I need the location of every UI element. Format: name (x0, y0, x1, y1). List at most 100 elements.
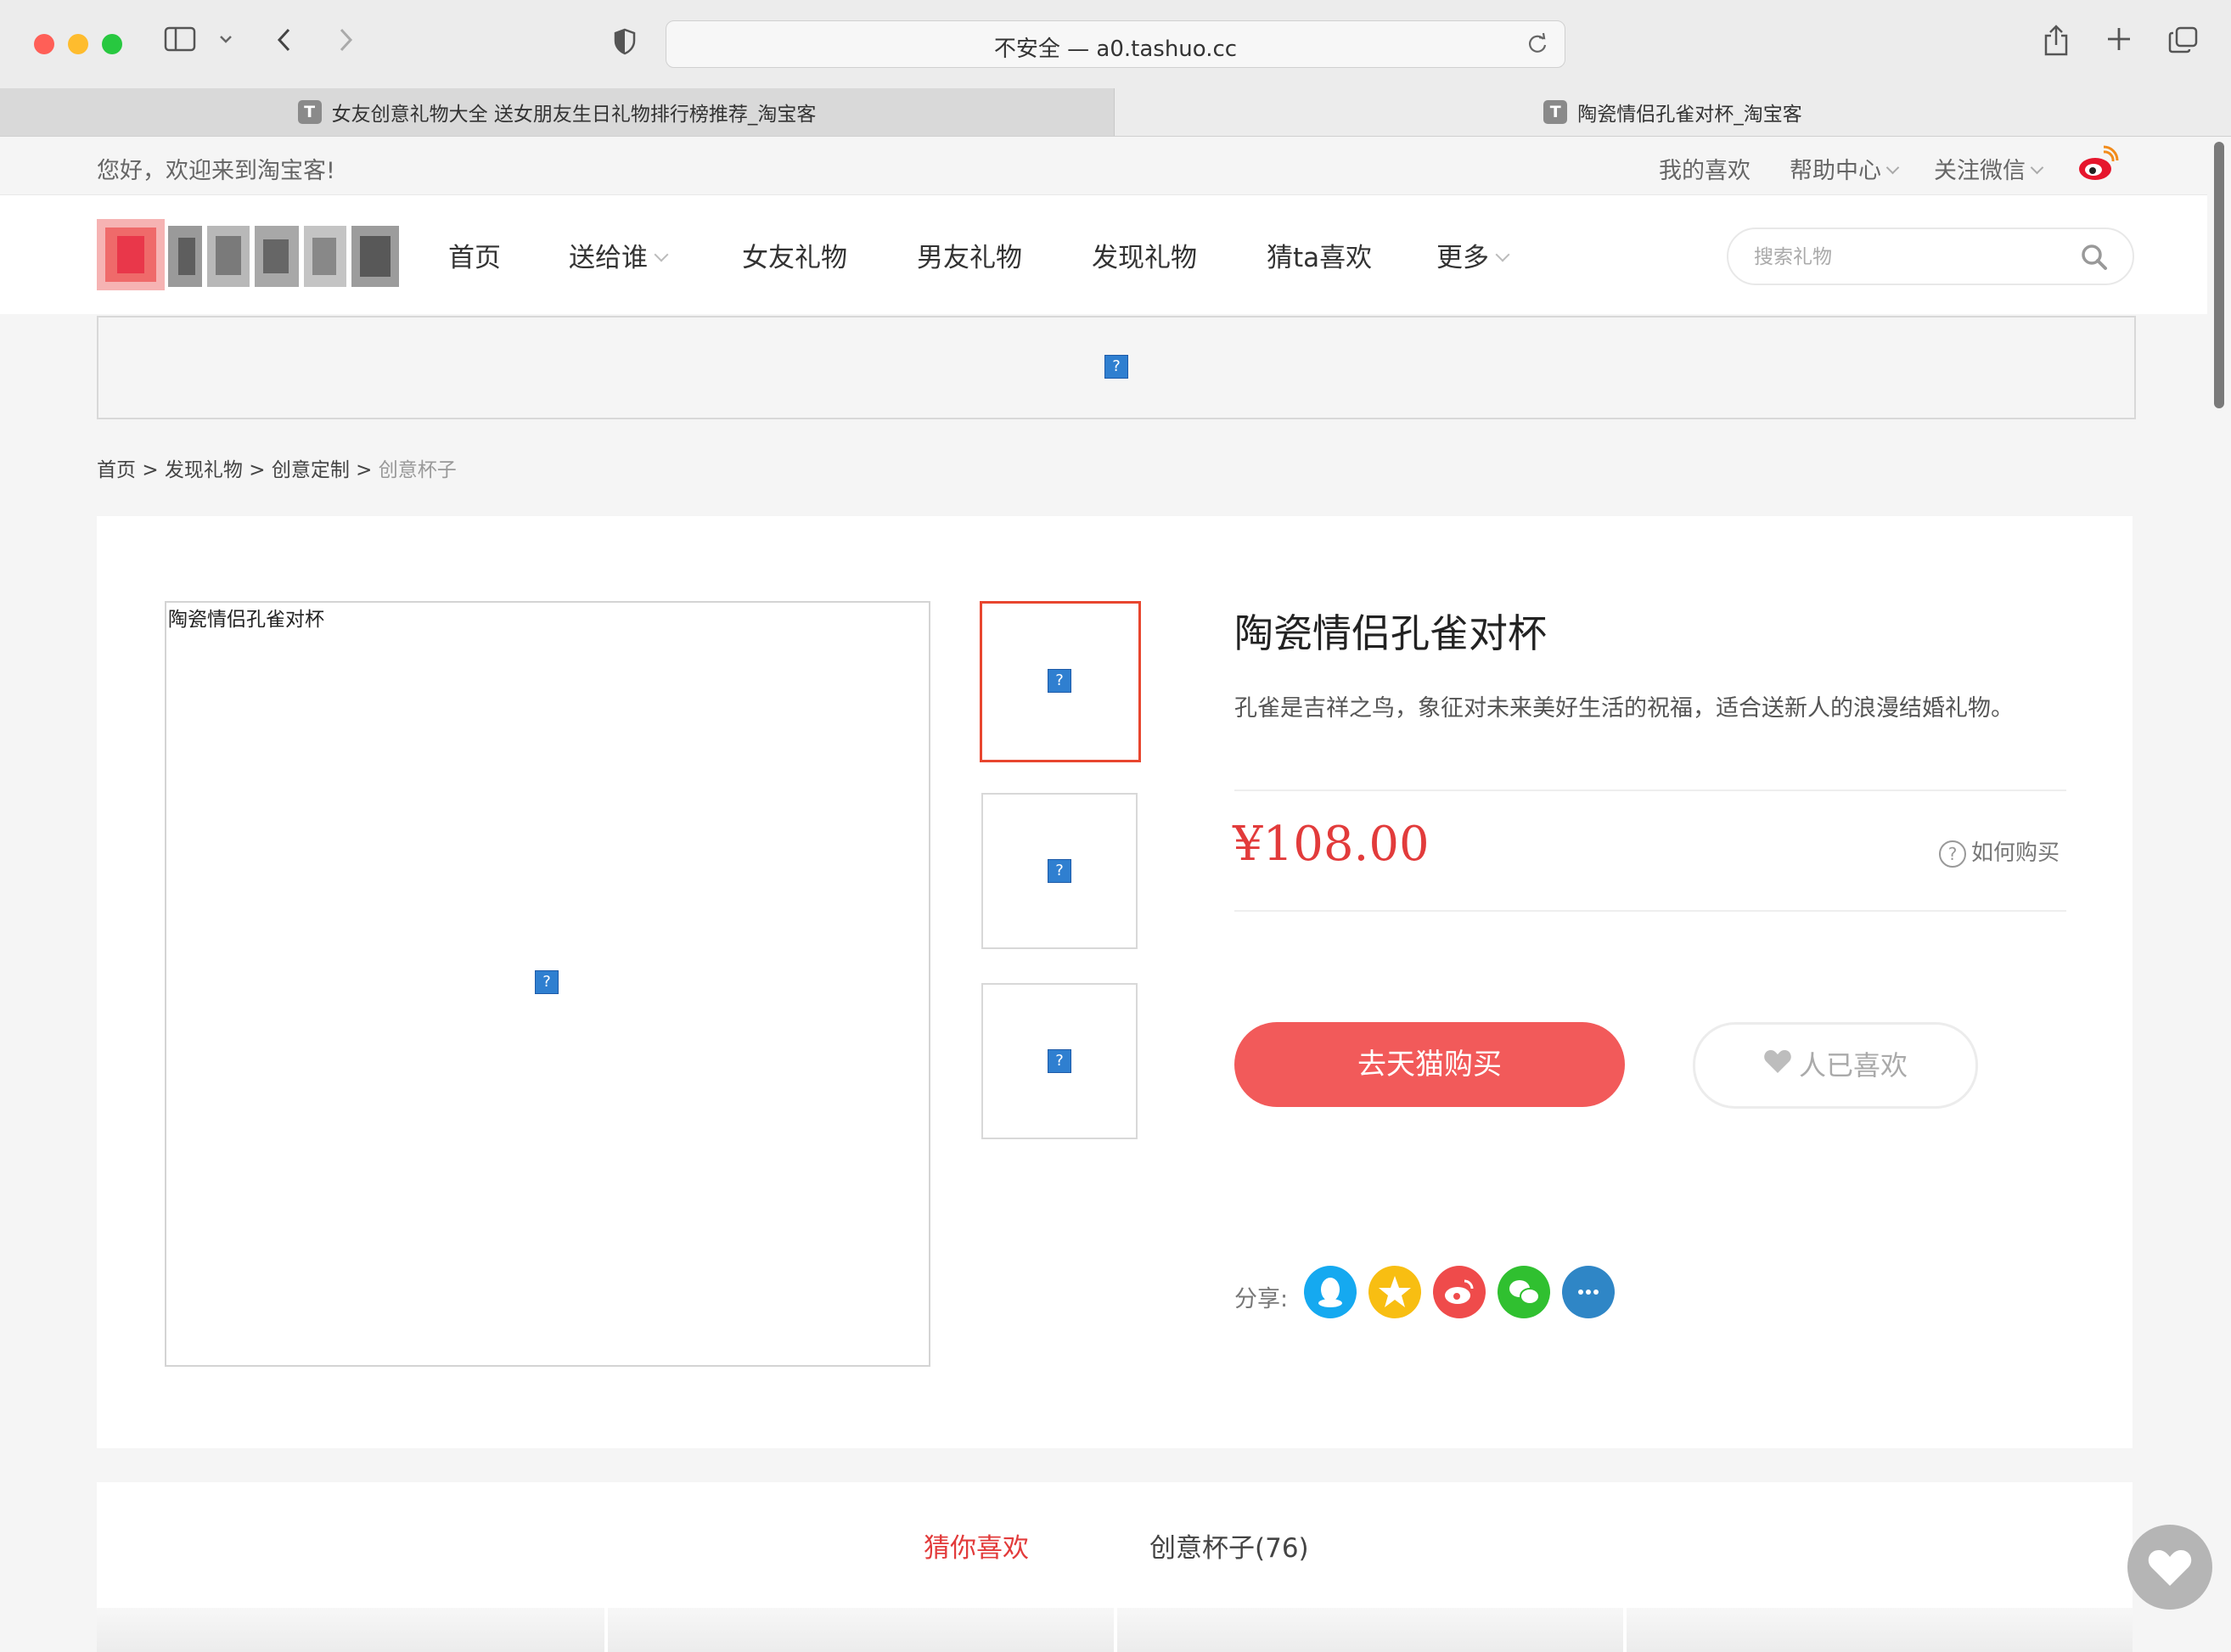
like-count-label: 人已喜欢 (1798, 1049, 1908, 1082)
weibo-icon (1445, 1279, 1474, 1304)
breadcrumb-discover[interactable]: 发现礼物 (165, 459, 243, 481)
nav-more-label: 更多 (1436, 243, 1489, 273)
like-button[interactable]: 人已喜欢 (1693, 1022, 1978, 1109)
breadcrumb-current: 创意杯子 (378, 459, 457, 481)
nav-more[interactable]: 更多 (1436, 236, 1510, 274)
share-weibo-button[interactable] (1433, 1266, 1486, 1318)
buy-tmall-button[interactable]: 去天猫购买 (1234, 1022, 1625, 1107)
share-wechat-button[interactable] (1498, 1266, 1550, 1318)
tab-gift-list[interactable]: T 女友创意礼物大全 送女朋友生日礼物排行榜推荐_淘宝客 (0, 88, 1115, 136)
broken-image-icon: ? (1048, 1049, 1071, 1073)
chevron-down-icon (1495, 247, 1510, 262)
heart-icon (1763, 1024, 1792, 1105)
maximize-window-button[interactable] (102, 34, 122, 54)
nav-send-to[interactable]: 送给谁 (569, 236, 669, 274)
breadcrumb-custom[interactable]: 创意定制 (272, 459, 350, 481)
breadcrumb-separator: > (249, 459, 266, 481)
back-icon[interactable] (272, 25, 297, 62)
star-icon (1379, 1276, 1411, 1307)
help-center-link[interactable]: 帮助中心 (1790, 152, 1900, 185)
breadcrumb-separator: > (356, 459, 373, 481)
tab-product[interactable]: T 陶瓷情侣孔雀对杯_淘宝客 (1115, 88, 2231, 136)
banner-ad[interactable]: ? (97, 316, 2136, 419)
follow-wechat-label: 关注微信 (1934, 158, 2026, 184)
broken-image-icon: ? (1048, 669, 1071, 693)
product-main-image[interactable]: 陶瓷情侣孔雀对杯 ? (165, 601, 930, 1367)
product-grid-top (97, 1608, 2133, 1652)
favicon-icon: T (297, 100, 322, 124)
nav-girlfriend-gifts[interactable]: 女友礼物 (742, 236, 847, 274)
tab-creative-cups[interactable]: 创意杯子(76) (1149, 1526, 1309, 1565)
scrollbar-thumb[interactable] (2214, 142, 2224, 408)
site-top-bar: 您好，欢迎来到淘宝客! 我的喜欢 帮助中心 关注微信 (0, 137, 2207, 195)
tab-overview-icon[interactable] (2166, 25, 2200, 62)
nav-home[interactable]: 首页 (448, 236, 501, 274)
chevron-down-icon (2030, 160, 2044, 175)
heart-icon (2148, 1550, 2192, 1586)
divider (1234, 789, 2066, 791)
how-to-buy-link[interactable]: ? 如何购买 (1939, 835, 2060, 868)
address-bar[interactable]: 不安全 — a0.tashuo.cc (666, 20, 1565, 68)
nav-boyfriend-gifts[interactable]: 男友礼物 (917, 236, 1022, 274)
minimize-window-button[interactable] (68, 34, 88, 54)
broken-image-icon: ? (535, 970, 559, 994)
divider (604, 1608, 608, 1652)
nav-guess-likes[interactable]: 猜ta喜欢 (1267, 236, 1372, 274)
share-label: 分享: (1234, 1286, 1289, 1312)
close-window-button[interactable] (34, 34, 54, 54)
recommend-panel: 猜你喜欢 创意杯子(76) (97, 1482, 2133, 1652)
product-price: ¥108.00 (1233, 817, 1430, 872)
browser-toolbar: 不安全 — a0.tashuo.cc (0, 0, 2231, 89)
favicon-icon: T (1543, 100, 1568, 124)
divider (1234, 910, 2066, 912)
share-more-button[interactable] (1562, 1266, 1615, 1318)
product-thumbnail[interactable]: ? (981, 793, 1138, 949)
help-center-label: 帮助中心 (1790, 158, 1881, 184)
broken-image-icon: ? (1104, 355, 1128, 379)
url-text: 不安全 — a0.tashuo.cc (993, 37, 1238, 62)
tab-strip: T 女友创意礼物大全 送女朋友生日礼物排行榜推荐_淘宝客 T 陶瓷情侣孔雀对杯_… (0, 88, 2231, 137)
site-logo[interactable] (97, 219, 402, 290)
weibo-icon[interactable] (2076, 145, 2119, 188)
welcome-text: 您好，欢迎来到淘宝客! (97, 158, 335, 184)
search-input[interactable] (1752, 229, 2078, 285)
floating-favorite-button[interactable] (2127, 1525, 2212, 1610)
breadcrumb-home[interactable]: 首页 (97, 459, 136, 481)
product-thumbnail[interactable]: ? (980, 601, 1141, 762)
follow-wechat-link[interactable]: 关注微信 (1934, 152, 2044, 185)
how-to-buy-label: 如何购买 (1971, 840, 2060, 866)
nav-send-to-label: 送给谁 (569, 243, 648, 273)
my-likes-link[interactable]: 我的喜欢 (1659, 152, 1751, 185)
scrollbar-track[interactable] (2207, 137, 2231, 1652)
forward-icon[interactable] (333, 25, 358, 62)
sidebar-toggle-icon[interactable] (163, 25, 197, 60)
search-icon[interactable] (2080, 243, 2109, 275)
more-dots-icon (1578, 1290, 1599, 1295)
share-qq-button[interactable] (1304, 1266, 1357, 1318)
product-title: 陶瓷情侣孔雀对杯 (1234, 610, 1547, 656)
site-header: 首页 送给谁 女友礼物 男友礼物 发现礼物 猜ta喜欢 更多 (0, 195, 2207, 314)
tab-guess-you-like[interactable]: 猜你喜欢 (924, 1526, 1029, 1565)
nav-discover-gifts[interactable]: 发现礼物 (1092, 236, 1197, 274)
chevron-down-icon (654, 247, 669, 262)
question-circle-icon: ? (1939, 840, 1966, 868)
new-tab-icon[interactable] (2104, 25, 2134, 60)
share-page-icon[interactable] (2041, 24, 2071, 65)
breadcrumb-separator: > (142, 459, 159, 481)
divider (1114, 1608, 1117, 1652)
broken-image-icon: ? (1048, 859, 1071, 883)
tab-title: 女友创意礼物大全 送女朋友生日礼物排行榜推荐_淘宝客 (331, 104, 817, 126)
image-alt-text: 陶瓷情侣孔雀对杯 (168, 609, 324, 631)
breadcrumb: 首页 > 发现礼物 > 创意定制 > 创意杯子 (97, 453, 457, 482)
qq-icon (1318, 1278, 1342, 1307)
product-thumbnail[interactable]: ? (981, 983, 1138, 1139)
shield-icon[interactable] (608, 27, 642, 64)
share-qzone-button[interactable] (1368, 1266, 1421, 1318)
product-panel: 陶瓷情侣孔雀对杯 ? ? ? ? 陶瓷情侣孔雀对杯 孔雀是吉祥之鸟，象征对未来美… (97, 516, 2133, 1448)
search-box (1727, 228, 2134, 285)
reload-icon[interactable] (1526, 31, 1549, 60)
divider (1623, 1608, 1627, 1652)
chevron-down-icon[interactable] (216, 25, 236, 60)
wechat-icon (1509, 1280, 1540, 1305)
product-description: 孔雀是吉祥之鸟，象征对未来美好生活的祝福，适合送新人的浪漫结婚礼物。 (1234, 695, 2014, 722)
